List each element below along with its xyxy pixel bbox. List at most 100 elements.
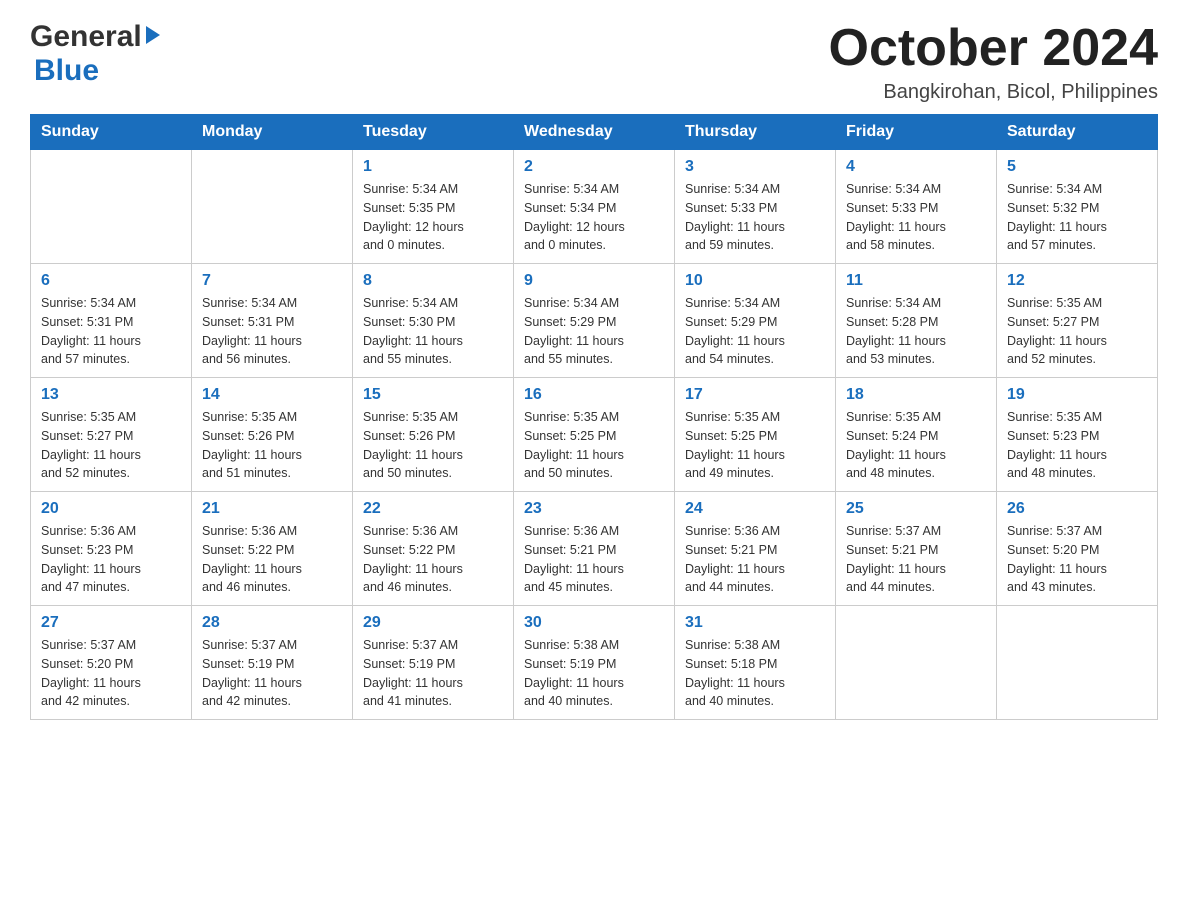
location-text: Bangkirohan, Bicol, Philippines xyxy=(829,81,1159,104)
calendar-cell: 11 Sunrise: 5:34 AM Sunset: 5:28 PM Dayli… xyxy=(836,264,997,378)
calendar-cell: 3 Sunrise: 5:34 AM Sunset: 5:33 PM Daylig… xyxy=(675,150,836,264)
month-title: October 2024 xyxy=(829,20,1159,77)
day-info: Sunrise: 5:37 AM Sunset: 5:21 PM Dayligh… xyxy=(846,522,986,597)
day-info: Sunrise: 5:34 AM Sunset: 5:31 PM Dayligh… xyxy=(202,294,342,369)
header-sunday: Sunday xyxy=(31,115,192,150)
day-number: 28 xyxy=(202,614,342,632)
calendar-cell: 31 Sunrise: 5:38 AM Sunset: 5:18 PM Dayli… xyxy=(675,606,836,720)
header-saturday: Saturday xyxy=(997,115,1158,150)
calendar-cell: 14 Sunrise: 5:35 AM Sunset: 5:26 PM Dayli… xyxy=(192,378,353,492)
day-info: Sunrise: 5:34 AM Sunset: 5:33 PM Dayligh… xyxy=(846,180,986,255)
day-info: Sunrise: 5:35 AM Sunset: 5:26 PM Dayligh… xyxy=(363,408,503,483)
day-number: 24 xyxy=(685,500,825,518)
logo-blue-text: Blue xyxy=(34,54,99,88)
day-info: Sunrise: 5:36 AM Sunset: 5:23 PM Dayligh… xyxy=(41,522,181,597)
day-info: Sunrise: 5:34 AM Sunset: 5:34 PM Dayligh… xyxy=(524,180,664,255)
day-number: 21 xyxy=(202,500,342,518)
day-number: 4 xyxy=(846,158,986,176)
calendar-week-row: 13Sunrise: 5:35 AM Sunset: 5:27 PM Dayli… xyxy=(31,378,1158,492)
day-number: 7 xyxy=(202,272,342,290)
day-number: 6 xyxy=(41,272,181,290)
calendar-cell xyxy=(997,606,1158,720)
calendar-cell: 10 Sunrise: 5:34 AM Sunset: 5:29 PM Dayli… xyxy=(675,264,836,378)
day-number: 18 xyxy=(846,386,986,404)
calendar-cell: 23 Sunrise: 5:36 AM Sunset: 5:21 PM Dayli… xyxy=(514,492,675,606)
day-info: Sunrise: 5:34 AM Sunset: 5:35 PM Dayligh… xyxy=(363,180,503,255)
header-wednesday: Wednesday xyxy=(514,115,675,150)
calendar-cell: 30Sunrise: 5:38 AM Sunset: 5:19 PM Dayli… xyxy=(514,606,675,720)
calendar-cell: 27Sunrise: 5:37 AM Sunset: 5:20 PM Dayli… xyxy=(31,606,192,720)
calendar-cell: 12 Sunrise: 5:35 AM Sunset: 5:27 PM Dayli… xyxy=(997,264,1158,378)
calendar-cell: 17 Sunrise: 5:35 AM Sunset: 5:25 PM Dayli… xyxy=(675,378,836,492)
calendar-cell: 18 Sunrise: 5:35 AM Sunset: 5:24 PM Dayli… xyxy=(836,378,997,492)
day-number: 31 xyxy=(685,614,825,632)
calendar-cell xyxy=(836,606,997,720)
calendar-cell: 21 Sunrise: 5:36 AM Sunset: 5:22 PM Dayli… xyxy=(192,492,353,606)
day-info: Sunrise: 5:36 AM Sunset: 5:22 PM Dayligh… xyxy=(363,522,503,597)
calendar-week-row: 27Sunrise: 5:37 AM Sunset: 5:20 PM Dayli… xyxy=(31,606,1158,720)
calendar-cell: 28 Sunrise: 5:37 AM Sunset: 5:19 PM Dayli… xyxy=(192,606,353,720)
day-number: 19 xyxy=(1007,386,1147,404)
day-info: Sunrise: 5:36 AM Sunset: 5:22 PM Dayligh… xyxy=(202,522,342,597)
calendar-cell: 9 Sunrise: 5:34 AM Sunset: 5:29 PM Daylig… xyxy=(514,264,675,378)
calendar-cell: 7 Sunrise: 5:34 AM Sunset: 5:31 PM Daylig… xyxy=(192,264,353,378)
day-info: Sunrise: 5:37 AM Sunset: 5:20 PM Dayligh… xyxy=(1007,522,1147,597)
day-number: 29 xyxy=(363,614,503,632)
day-number: 9 xyxy=(524,272,664,290)
calendar-cell: 25 Sunrise: 5:37 AM Sunset: 5:21 PM Dayli… xyxy=(836,492,997,606)
calendar-week-row: 20Sunrise: 5:36 AM Sunset: 5:23 PM Dayli… xyxy=(31,492,1158,606)
calendar-week-row: 6 Sunrise: 5:34 AM Sunset: 5:31 PM Daylig… xyxy=(31,264,1158,378)
day-number: 13 xyxy=(41,386,181,404)
calendar-cell: 4 Sunrise: 5:34 AM Sunset: 5:33 PM Daylig… xyxy=(836,150,997,264)
day-number: 22 xyxy=(363,500,503,518)
day-info: Sunrise: 5:34 AM Sunset: 5:28 PM Dayligh… xyxy=(846,294,986,369)
calendar-cell: 5Sunrise: 5:34 AM Sunset: 5:32 PM Daylig… xyxy=(997,150,1158,264)
day-info: Sunrise: 5:37 AM Sunset: 5:19 PM Dayligh… xyxy=(202,636,342,711)
day-info: Sunrise: 5:35 AM Sunset: 5:27 PM Dayligh… xyxy=(1007,294,1147,369)
day-number: 16 xyxy=(524,386,664,404)
calendar-table: SundayMondayTuesdayWednesdayThursdayFrid… xyxy=(30,114,1158,720)
day-info: Sunrise: 5:34 AM Sunset: 5:29 PM Dayligh… xyxy=(685,294,825,369)
calendar-cell xyxy=(192,150,353,264)
day-info: Sunrise: 5:35 AM Sunset: 5:24 PM Dayligh… xyxy=(846,408,986,483)
day-number: 23 xyxy=(524,500,664,518)
day-number: 11 xyxy=(846,272,986,290)
calendar-header-row: SundayMondayTuesdayWednesdayThursdayFrid… xyxy=(31,115,1158,150)
day-info: Sunrise: 5:34 AM Sunset: 5:32 PM Dayligh… xyxy=(1007,180,1147,255)
calendar-cell: 8Sunrise: 5:34 AM Sunset: 5:30 PM Daylig… xyxy=(353,264,514,378)
day-info: Sunrise: 5:38 AM Sunset: 5:19 PM Dayligh… xyxy=(524,636,664,711)
day-info: Sunrise: 5:34 AM Sunset: 5:33 PM Dayligh… xyxy=(685,180,825,255)
calendar-cell: 13Sunrise: 5:35 AM Sunset: 5:27 PM Dayli… xyxy=(31,378,192,492)
day-info: Sunrise: 5:38 AM Sunset: 5:18 PM Dayligh… xyxy=(685,636,825,711)
day-number: 10 xyxy=(685,272,825,290)
day-info: Sunrise: 5:36 AM Sunset: 5:21 PM Dayligh… xyxy=(524,522,664,597)
day-info: Sunrise: 5:35 AM Sunset: 5:23 PM Dayligh… xyxy=(1007,408,1147,483)
day-number: 2 xyxy=(524,158,664,176)
calendar-cell: 22 Sunrise: 5:36 AM Sunset: 5:22 PM Dayli… xyxy=(353,492,514,606)
day-info: Sunrise: 5:35 AM Sunset: 5:25 PM Dayligh… xyxy=(524,408,664,483)
logo-arrow-icon xyxy=(146,26,160,44)
day-number: 26 xyxy=(1007,500,1147,518)
title-section: October 2024 Bangkirohan, Bicol, Philipp… xyxy=(829,20,1159,104)
day-number: 17 xyxy=(685,386,825,404)
calendar-cell: 6 Sunrise: 5:34 AM Sunset: 5:31 PM Daylig… xyxy=(31,264,192,378)
calendar-cell xyxy=(31,150,192,264)
day-info: Sunrise: 5:35 AM Sunset: 5:26 PM Dayligh… xyxy=(202,408,342,483)
day-number: 3 xyxy=(685,158,825,176)
day-number: 15 xyxy=(363,386,503,404)
day-info: Sunrise: 5:35 AM Sunset: 5:25 PM Dayligh… xyxy=(685,408,825,483)
calendar-cell: 20Sunrise: 5:36 AM Sunset: 5:23 PM Dayli… xyxy=(31,492,192,606)
page-header: General Blue October 2024 Bangkirohan, B… xyxy=(30,20,1158,104)
calendar-cell: 15 Sunrise: 5:35 AM Sunset: 5:26 PM Dayli… xyxy=(353,378,514,492)
day-info: Sunrise: 5:34 AM Sunset: 5:31 PM Dayligh… xyxy=(41,294,181,369)
day-number: 14 xyxy=(202,386,342,404)
day-number: 1 xyxy=(363,158,503,176)
day-number: 25 xyxy=(846,500,986,518)
day-number: 12 xyxy=(1007,272,1147,290)
calendar-cell: 2 Sunrise: 5:34 AM Sunset: 5:34 PM Daylig… xyxy=(514,150,675,264)
calendar-cell: 16 Sunrise: 5:35 AM Sunset: 5:25 PM Dayli… xyxy=(514,378,675,492)
header-thursday: Thursday xyxy=(675,115,836,150)
day-info: Sunrise: 5:34 AM Sunset: 5:29 PM Dayligh… xyxy=(524,294,664,369)
calendar-cell: 29Sunrise: 5:37 AM Sunset: 5:19 PM Dayli… xyxy=(353,606,514,720)
header-monday: Monday xyxy=(192,115,353,150)
